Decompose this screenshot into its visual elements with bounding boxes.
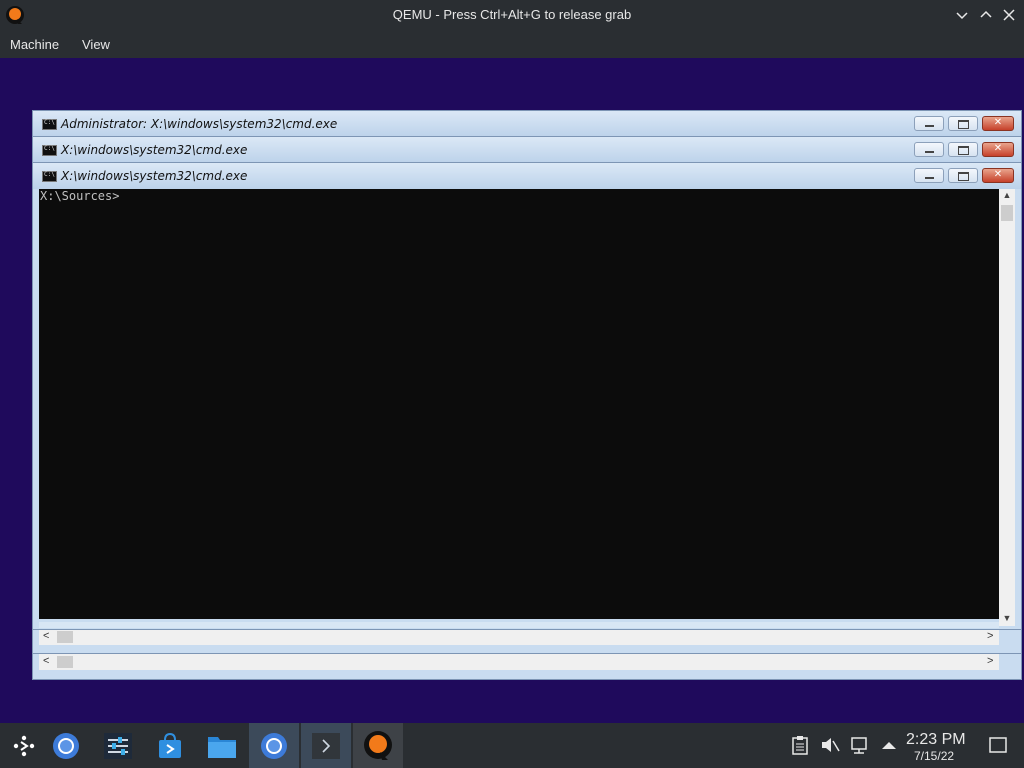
cmd-window-active[interactable]: X:\windows\system32\cmd.exe X:\Sources> … (32, 162, 1022, 630)
taskbar-file-manager[interactable] (197, 723, 247, 768)
chevron-up-icon (980, 10, 992, 18)
cmd-close-button[interactable] (982, 142, 1014, 157)
console-prompt: X:\Sources> (40, 189, 120, 203)
cmd-close-button[interactable] (982, 116, 1014, 131)
store-icon (159, 732, 181, 758)
taskbar-browser[interactable] (41, 723, 91, 768)
taskbar-browser-2[interactable] (249, 723, 299, 768)
window-bottom-edge (39, 622, 999, 628)
network-icon[interactable] (850, 735, 870, 755)
close-button[interactable] (998, 4, 1020, 26)
terminal-icon (312, 732, 340, 759)
scroll-right-icon[interactable]: > (987, 655, 993, 667)
scroll-right-icon[interactable]: > (987, 630, 993, 642)
cmd-window-title: X:\windows\system32\cmd.exe (61, 143, 248, 157)
window-title: QEMU - Press Ctrl+Alt+G to release grab (392, 7, 632, 22)
menubar: Machine View (0, 30, 1024, 58)
settings-mixer-icon (104, 732, 132, 759)
cmd-window-caption[interactable]: X:\windows\system32\cmd.exe (33, 163, 1021, 189)
cmd-minimize-button[interactable] (914, 142, 944, 157)
close-icon (1003, 9, 1015, 21)
scroll-left-icon[interactable]: < (43, 655, 49, 667)
qemu-icon (364, 730, 392, 760)
cmd-maximize-button[interactable] (948, 168, 978, 183)
taskbar-store[interactable] (145, 723, 195, 768)
chevron-down-icon (956, 12, 968, 20)
taskbar: 2:23 PM 7/15/22 (0, 723, 1024, 768)
taskbar-mixer[interactable] (93, 723, 143, 768)
horizontal-scrollbar[interactable]: < > (39, 654, 999, 670)
horizontal-scrollbar[interactable]: < > (39, 629, 999, 645)
taskbar-qemu[interactable] (353, 723, 403, 768)
cmd-window-caption[interactable]: Administrator: X:\windows\system32\cmd.e… (33, 111, 1021, 137)
cmd-minimize-button[interactable] (914, 116, 944, 131)
scroll-left-icon[interactable]: < (43, 630, 49, 642)
taskbar-terminal[interactable] (301, 723, 351, 768)
scroll-down-icon[interactable]: ▼ (999, 613, 1015, 623)
browser-icon (53, 732, 79, 759)
cmd-window-title: X:\windows\system32\cmd.exe (61, 169, 248, 183)
cmd-window-title: Administrator: X:\windows\system32\cmd.e… (61, 117, 338, 131)
volume-muted-icon[interactable] (820, 735, 840, 755)
clock-time[interactable]: 2:23 PM (906, 731, 966, 749)
scroll-up-icon[interactable]: ▲ (999, 190, 1015, 200)
scroll-thumb[interactable] (57, 631, 73, 643)
cmd-maximize-button[interactable] (948, 116, 978, 131)
cmd-maximize-button[interactable] (948, 142, 978, 157)
scroll-thumb[interactable] (57, 656, 73, 668)
tray-expand-icon[interactable] (879, 735, 899, 755)
scroll-thumb[interactable] (1001, 205, 1013, 221)
cmd-icon (42, 171, 57, 182)
cmd-close-button[interactable] (982, 168, 1014, 183)
menu-machine[interactable]: Machine (10, 37, 59, 52)
cmd-minimize-button[interactable] (914, 168, 944, 183)
console-output[interactable]: X:\Sources> (39, 189, 999, 619)
clock-date[interactable]: 7/15/22 (914, 749, 954, 763)
vm-display[interactable]: Administrator: X:\windows\system32\cmd.e… (0, 58, 1024, 723)
app-launcher-icon (13, 735, 35, 756)
cmd-icon (42, 119, 57, 130)
minimize-button[interactable] (951, 4, 973, 26)
show-desktop-icon[interactable] (988, 735, 1008, 755)
clipboard-icon[interactable] (790, 735, 810, 755)
cmd-icon (42, 145, 57, 156)
browser-icon (261, 732, 287, 759)
menu-view[interactable]: View (82, 37, 110, 52)
vertical-scrollbar[interactable]: ▲ ▼ (999, 189, 1015, 626)
maximize-button[interactable] (975, 4, 997, 26)
file-manager-icon (208, 736, 236, 758)
window-titlebar: QEMU - Press Ctrl+Alt+G to release grab (0, 0, 1024, 30)
cmd-window-caption[interactable]: X:\windows\system32\cmd.exe (33, 137, 1021, 163)
